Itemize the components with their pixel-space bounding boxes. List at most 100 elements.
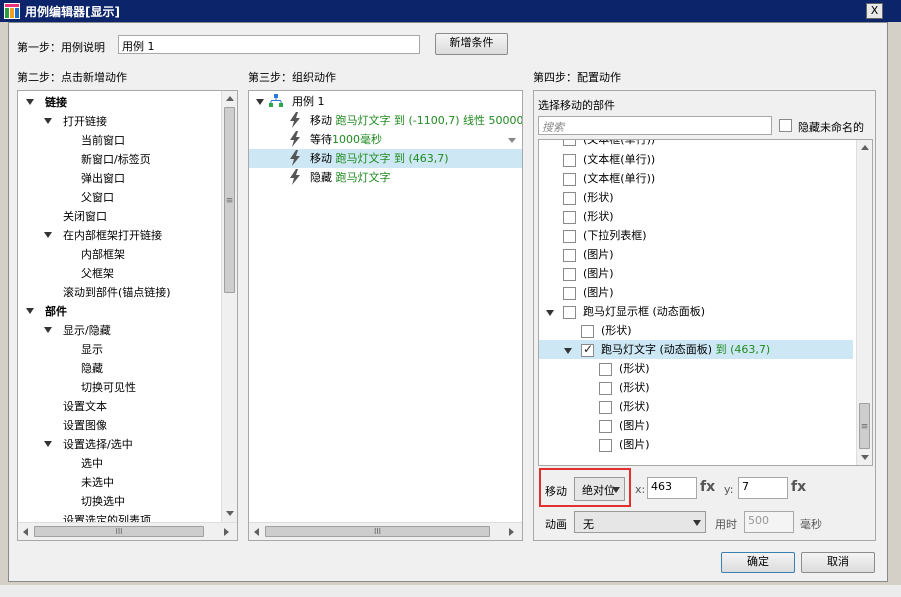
scroll-down-icon[interactable]	[861, 455, 869, 460]
widget-item[interactable]: (形状)	[601, 321, 632, 340]
widget-checkbox[interactable]	[563, 268, 576, 281]
scroll-left-icon[interactable]	[23, 528, 28, 536]
tree-item[interactable]: 设置图像	[63, 416, 107, 435]
widget-checkbox[interactable]	[599, 363, 612, 376]
tree-item[interactable]: 部件	[45, 302, 67, 321]
widget-checkbox[interactable]	[563, 154, 576, 167]
tree-item[interactable]: 在内部框架打开链接	[63, 226, 162, 245]
expand-arrow-icon[interactable]	[44, 118, 52, 124]
widget-item[interactable]: (图片)	[583, 264, 614, 283]
widget-checkbox[interactable]	[599, 401, 612, 414]
x-fx-button[interactable]: fx	[700, 479, 715, 495]
tree-item[interactable]: 切换可见性	[81, 378, 136, 397]
close-button[interactable]: X	[866, 3, 883, 19]
tree-item[interactable]: 设置文本	[63, 397, 107, 416]
widget-checkbox[interactable]	[563, 230, 576, 243]
expand-arrow-icon[interactable]	[546, 310, 554, 316]
widget-checkbox[interactable]	[563, 287, 576, 300]
widget-item[interactable]: (形状)	[619, 397, 650, 416]
widget-item[interactable]: (图片)	[583, 245, 614, 264]
widget-checkbox[interactable]	[581, 325, 594, 338]
y-fx-button[interactable]: fx	[791, 479, 806, 495]
cancel-button[interactable]: 取消	[801, 552, 875, 573]
tree-item[interactable]: 父窗口	[81, 188, 114, 207]
widget-item[interactable]: (图片)	[619, 435, 650, 454]
add-condition-button[interactable]: 新增条件	[435, 33, 508, 55]
tree-item[interactable]: 显示/隐藏	[63, 321, 111, 340]
tree-item[interactable]: 打开链接	[63, 112, 107, 131]
scroll-up-icon[interactable]	[226, 96, 234, 101]
y-input[interactable]: 7	[738, 477, 788, 499]
widget-checkbox[interactable]	[599, 420, 612, 433]
widget-item[interactable]: (形状)	[583, 207, 614, 226]
widget-item-selected[interactable]: 跑马灯文字 (动态面板) 到 (463,7)	[601, 340, 770, 359]
scroll-right-icon[interactable]	[509, 528, 514, 536]
tree-item[interactable]: 当前窗口	[81, 131, 125, 150]
scroll-up-icon[interactable]	[861, 145, 869, 150]
tree-item[interactable]: 切换选中	[81, 492, 125, 511]
expand-arrow-icon[interactable]	[564, 348, 572, 354]
widget-item[interactable]: (形状)	[619, 359, 650, 378]
widget-item[interactable]: (形状)	[619, 378, 650, 397]
widget-item[interactable]: (文本框(单行))	[583, 150, 655, 169]
ok-button[interactable]: 确定	[721, 552, 795, 573]
hide-unnamed-checkbox[interactable]	[779, 119, 792, 132]
tree-item[interactable]: 链接	[45, 93, 67, 112]
horizontal-scrollbar[interactable]: III	[18, 522, 237, 540]
expand-arrow-icon[interactable]	[44, 327, 52, 333]
action-row[interactable]: 移动 跑马灯文字 到 (-1100,7) 线性 50000m	[310, 111, 522, 130]
widget-checkbox[interactable]	[563, 140, 576, 146]
widget-checkbox[interactable]	[599, 382, 612, 395]
widget-checkbox[interactable]	[563, 211, 576, 224]
case-description-input[interactable]: 用例 1	[118, 35, 420, 54]
widget-item[interactable]: 跑马灯显示框 (动态面板)	[583, 302, 705, 321]
widget-checkbox[interactable]	[563, 249, 576, 262]
widget-checkbox[interactable]	[563, 306, 576, 319]
scroll-left-icon[interactable]	[254, 528, 259, 536]
tree-item[interactable]: 选中	[81, 454, 103, 473]
horizontal-scrollbar[interactable]: III	[249, 522, 522, 540]
tree-item[interactable]: 新窗口/标签页	[81, 150, 151, 169]
action-row[interactable]: 隐藏 跑马灯文字	[310, 168, 391, 187]
x-input[interactable]: 463	[647, 477, 697, 499]
duration-input[interactable]: 500	[744, 511, 794, 533]
vertical-scrollbar[interactable]: ≡	[221, 91, 237, 522]
animation-dropdown[interactable]: 无	[574, 511, 706, 533]
expand-arrow-icon[interactable]	[26, 99, 34, 105]
widget-checkbox[interactable]	[563, 192, 576, 205]
expand-arrow-icon[interactable]	[44, 232, 52, 238]
tree-item[interactable]: 显示	[81, 340, 103, 359]
widget-item[interactable]: (图片)	[619, 416, 650, 435]
tree-item[interactable]: 未选中	[81, 473, 114, 492]
tree-item[interactable]: 弹出窗口	[81, 169, 125, 188]
widget-item[interactable]: (文本框(单行))	[583, 169, 655, 188]
tree-item[interactable]: 父框架	[81, 264, 114, 283]
tree-item[interactable]: 滚动到部件(锚点链接)	[63, 283, 171, 302]
scroll-thumb[interactable]: ≡	[224, 107, 235, 293]
tree-item[interactable]: 隐藏	[81, 359, 103, 378]
tree-item[interactable]: 关闭窗口	[63, 207, 107, 226]
expand-arrow-icon[interactable]	[44, 441, 52, 447]
expand-arrow-icon[interactable]	[26, 308, 34, 314]
scroll-thumb[interactable]: III	[34, 526, 204, 537]
vertical-scrollbar[interactable]: ≡	[856, 140, 872, 465]
widget-checkbox-checked[interactable]	[581, 342, 594, 357]
scroll-thumb[interactable]: III	[265, 526, 490, 537]
dropdown-arrow-icon[interactable]	[508, 138, 516, 143]
widget-checkbox[interactable]	[563, 173, 576, 186]
move-mode-dropdown[interactable]: 绝对位	[574, 477, 625, 501]
expand-arrow-icon[interactable]	[256, 99, 264, 105]
action-row[interactable]: 等待1000毫秒	[310, 130, 382, 149]
widget-search-input[interactable]: 搜索	[538, 116, 772, 135]
widget-checkbox[interactable]	[599, 439, 612, 452]
scroll-down-icon[interactable]	[226, 511, 234, 516]
widget-item[interactable]: (图片)	[583, 283, 614, 302]
tree-item[interactable]: 内部框架	[81, 245, 125, 264]
scroll-thumb[interactable]: ≡	[859, 403, 870, 449]
widget-item[interactable]: (形状)	[583, 188, 614, 207]
scroll-right-icon[interactable]	[224, 528, 229, 536]
tree-item[interactable]: 设置选择/选中	[63, 435, 133, 454]
action-row-selected[interactable]: 移动 跑马灯文字 到 (463,7)	[310, 149, 449, 168]
widget-item[interactable]: (文本框(单行))	[583, 140, 655, 149]
widget-item[interactable]: (下拉列表框)	[583, 226, 647, 245]
